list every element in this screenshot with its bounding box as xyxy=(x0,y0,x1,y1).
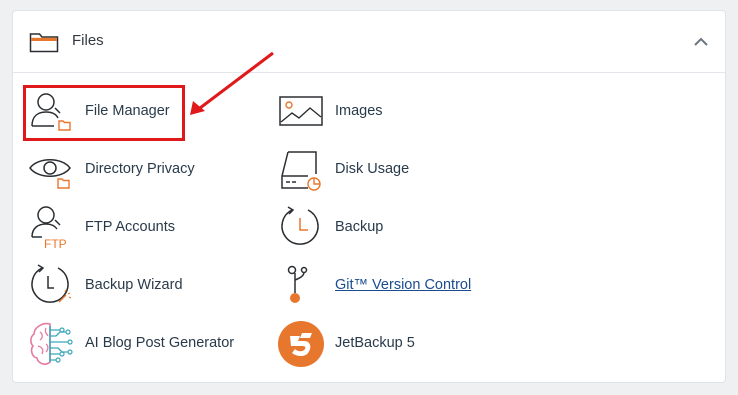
files-section-header[interactable]: Files xyxy=(13,11,725,73)
directory-privacy-item[interactable]: Directory Privacy xyxy=(28,146,218,194)
jetbackup-icon xyxy=(278,321,324,367)
images-icon xyxy=(279,96,323,126)
git-icon xyxy=(287,265,308,303)
item-label: AI Blog Post Generator xyxy=(85,335,235,351)
disk-usage-item[interactable]: Disk Usage xyxy=(278,146,438,194)
jetbackup-item[interactable]: JetBackup 5 xyxy=(278,320,438,368)
item-label: JetBackup 5 xyxy=(335,335,415,351)
backup-wizard-item[interactable]: Backup Wizard xyxy=(28,262,188,310)
backup-icon xyxy=(281,206,319,245)
ftp-accounts-icon: FTP xyxy=(31,206,67,251)
folder-icon xyxy=(29,33,59,53)
directory-privacy-icon xyxy=(29,159,71,189)
chevron-up-icon[interactable] xyxy=(691,33,711,51)
item-label: Directory Privacy xyxy=(85,161,195,177)
section-title: Files xyxy=(72,32,104,49)
ai-blog-post-generator-item[interactable]: AI Blog Post Generator xyxy=(28,320,243,368)
item-label: Disk Usage xyxy=(335,161,410,177)
disk-usage-icon xyxy=(281,151,321,191)
git-version-control-item[interactable]: Git™ Version Control xyxy=(278,262,478,310)
images-item[interactable]: Images xyxy=(278,88,438,136)
item-label[interactable]: Git™ Version Control xyxy=(335,277,471,293)
item-label: Images xyxy=(335,103,383,119)
item-label: Backup Wizard xyxy=(85,277,183,293)
svg-text:FTP: FTP xyxy=(44,237,67,251)
ai-brain-icon xyxy=(30,322,73,365)
item-label: FTP Accounts xyxy=(85,219,175,235)
backup-item[interactable]: Backup xyxy=(278,204,438,252)
ftp-accounts-item[interactable]: FTP FTP Accounts xyxy=(28,204,188,252)
item-label: Backup xyxy=(335,219,384,235)
highlight-box xyxy=(23,85,185,141)
backup-wizard-icon xyxy=(31,264,72,303)
